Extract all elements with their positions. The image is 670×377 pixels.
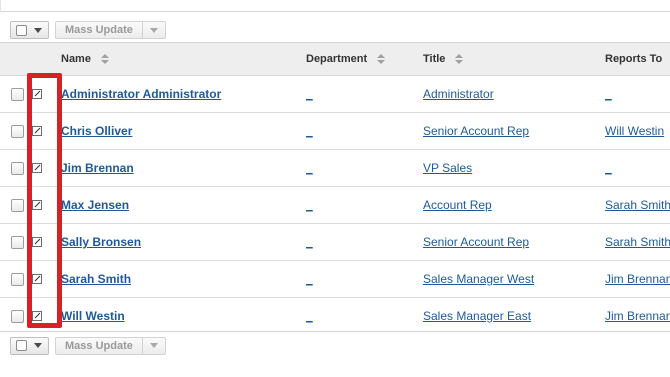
- select-all-checkbox[interactable]: [16, 24, 27, 36]
- pencil-edit-icon[interactable]: [32, 163, 42, 173]
- title-link[interactable]: VP Sales: [423, 161, 472, 175]
- title-link[interactable]: Sales Manager East: [423, 309, 531, 323]
- row-checkbox[interactable]: [11, 124, 24, 138]
- mass-update-button[interactable]: Mass Update: [55, 336, 166, 355]
- pencil-edit-icon[interactable]: [32, 237, 42, 247]
- column-header-department[interactable]: Department: [306, 42, 423, 76]
- header-edit-cell: [31, 42, 61, 76]
- row-checkbox[interactable]: [11, 87, 24, 101]
- pencil-edit-icon[interactable]: [32, 274, 42, 284]
- reports-to-link[interactable]: Sarah Smith: [605, 235, 670, 249]
- table-row: Max Jensen _ Account Rep Sarah Smith: [0, 187, 670, 224]
- reports-to-link[interactable]: Jim Brennan: [605, 309, 670, 323]
- department-link[interactable]: _: [306, 87, 313, 101]
- sort-arrows-icon[interactable]: [454, 53, 464, 65]
- header-checkbox-cell: [0, 42, 31, 76]
- department-link[interactable]: _: [306, 309, 313, 323]
- users-table: Name Department Title Reports To Adminis…: [0, 42, 670, 335]
- user-name-link[interactable]: Will Westin: [61, 309, 125, 323]
- bottom-toolbar: Mass Update: [0, 331, 670, 359]
- top-toolbar: Mass Update: [0, 15, 670, 45]
- select-all-checkbox[interactable]: [16, 340, 27, 351]
- column-header-reports-to[interactable]: Reports To: [605, 42, 670, 76]
- reports-to-link[interactable]: _: [605, 87, 612, 101]
- chevron-down-icon[interactable]: [34, 27, 42, 33]
- table-row: Sarah Smith _ Sales Manager West Jim Bre…: [0, 261, 670, 298]
- column-header-title[interactable]: Title: [423, 42, 605, 76]
- mass-update-label: Mass Update: [65, 339, 133, 352]
- column-header-name[interactable]: Name: [61, 42, 306, 76]
- sort-arrows-icon[interactable]: [376, 53, 386, 65]
- title-link[interactable]: Administrator: [423, 87, 494, 101]
- row-checkbox[interactable]: [11, 161, 24, 175]
- table-row: Will Westin _ Sales Manager East Jim Bre…: [0, 298, 670, 335]
- select-all-dropdown[interactable]: [10, 21, 49, 39]
- table-row: Administrator Administrator _ Administra…: [0, 76, 670, 113]
- title-link[interactable]: Account Rep: [423, 198, 492, 212]
- reports-to-link[interactable]: Will Westin: [605, 124, 664, 138]
- reports-to-link[interactable]: Sarah Smith: [605, 198, 670, 212]
- user-name-link[interactable]: Sally Bronsen: [61, 235, 141, 249]
- department-link[interactable]: _: [306, 161, 313, 175]
- chevron-down-icon[interactable]: [143, 338, 165, 354]
- user-name-link[interactable]: Max Jensen: [61, 198, 129, 212]
- table-row: Chris Olliver _ Senior Account Rep Will …: [0, 113, 670, 150]
- title-link[interactable]: Senior Account Rep: [423, 235, 529, 249]
- chevron-down-icon[interactable]: [143, 22, 165, 38]
- row-checkbox[interactable]: [11, 309, 24, 323]
- chevron-down-icon[interactable]: [34, 343, 42, 348]
- mass-update-button[interactable]: Mass Update: [55, 21, 166, 39]
- pencil-edit-icon[interactable]: [32, 126, 42, 136]
- department-link[interactable]: _: [306, 198, 313, 212]
- row-checkbox[interactable]: [11, 235, 24, 249]
- title-link[interactable]: Senior Account Rep: [423, 124, 529, 138]
- user-name-link[interactable]: Sarah Smith: [61, 272, 131, 286]
- top-panel-frame: [0, 0, 670, 12]
- row-checkbox[interactable]: [11, 272, 24, 286]
- reports-to-link[interactable]: Jim Brennan: [605, 272, 670, 286]
- department-link[interactable]: _: [306, 235, 313, 249]
- reports-to-link[interactable]: _: [605, 161, 612, 175]
- mass-update-label: Mass Update: [65, 24, 133, 36]
- title-link[interactable]: Sales Manager West: [423, 272, 534, 286]
- user-name-link[interactable]: Administrator Administrator: [61, 87, 221, 101]
- table-header-row: Name Department Title Reports To: [0, 42, 670, 76]
- pencil-edit-icon[interactable]: [32, 200, 42, 210]
- user-name-link[interactable]: Chris Olliver: [61, 124, 132, 138]
- sort-arrows-icon[interactable]: [100, 53, 110, 65]
- user-name-link[interactable]: Jim Brennan: [61, 161, 134, 175]
- table-row: Sally Bronsen _ Senior Account Rep Sarah…: [0, 224, 670, 261]
- select-all-dropdown[interactable]: [10, 336, 49, 355]
- department-link[interactable]: _: [306, 124, 313, 138]
- table-row: Jim Brennan _ VP Sales _: [0, 150, 670, 187]
- pencil-edit-icon[interactable]: [32, 89, 42, 99]
- pencil-edit-icon[interactable]: [32, 311, 42, 321]
- row-checkbox[interactable]: [11, 198, 24, 212]
- department-link[interactable]: _: [306, 272, 313, 286]
